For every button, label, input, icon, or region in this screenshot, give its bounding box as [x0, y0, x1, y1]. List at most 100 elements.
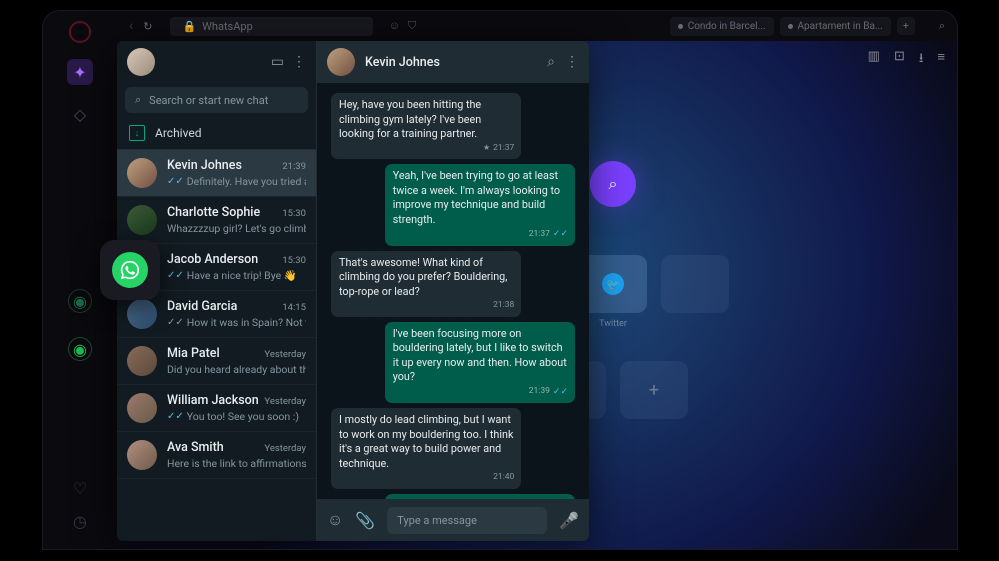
- whatsapp-logo-icon: [112, 252, 148, 288]
- nav-back-icon[interactable]: ‹: [129, 18, 133, 34]
- chat-name: Charlotte Sophie: [167, 205, 260, 220]
- twitter-icon: 🐦: [602, 273, 624, 295]
- chat-preview: ✓✓Definitely. Have you tried any...: [167, 175, 306, 188]
- emoji-icon[interactable]: ☺: [327, 510, 343, 530]
- topbar-search-icon[interactable]: ⌕: [939, 19, 945, 33]
- new-chat-icon[interactable]: ▭: [271, 54, 284, 70]
- opera-logo-icon[interactable]: [69, 21, 91, 43]
- message-list[interactable]: Hey, have you been hitting the climbing …: [317, 83, 589, 499]
- chat-search-input[interactable]: ⌕ Search or start new chat: [125, 87, 308, 113]
- chat-avatar: [127, 346, 157, 376]
- message-outgoing[interactable]: I've been focusing more on bouldering la…: [385, 322, 575, 403]
- mic-icon[interactable]: 🎤: [559, 511, 579, 530]
- search-placeholder: Search or start new chat: [149, 94, 268, 107]
- chat-name: Ava Smith: [167, 440, 224, 455]
- tab-condo[interactable]: Condo in Barcel...: [670, 17, 774, 36]
- conv-menu-icon[interactable]: ⋮: [565, 54, 579, 70]
- chat-time: 14:15: [282, 302, 306, 313]
- sidebar-apps-icon[interactable]: ✦: [67, 59, 93, 85]
- nav-reload-icon[interactable]: ↻: [143, 20, 152, 33]
- addr-smile-icon[interactable]: ☺: [389, 19, 400, 33]
- sidebar-heart-icon[interactable]: ♡: [73, 479, 87, 498]
- chat-name: David Garcia: [167, 299, 237, 314]
- browser-topbar: ‹ ↻ 🔒 WhatsApp ☺ ⛉ Condo in Barcel... Ap…: [117, 11, 957, 41]
- sidebar-whatsapp-icon[interactable]: ◉: [68, 289, 92, 313]
- speed-dial-tile[interactable]: [661, 255, 729, 313]
- sidebar-history-icon[interactable]: ◷: [73, 512, 87, 531]
- chat-item[interactable]: William JacksonYesterday✓✓You too! See y…: [117, 385, 316, 432]
- chat-preview: Whazzzzup girl? Let's go climbing...: [167, 222, 306, 235]
- whatsapp-panel: ▭ ⋮ ⌕ Search or start new chat ↓ Archive…: [117, 41, 589, 541]
- conversation-pane: Kevin Johnes ⌕ ⋮ Hey, have you been hitt…: [317, 41, 589, 541]
- read-check-icon: ✓✓: [553, 386, 568, 398]
- new-tab-button[interactable]: +: [897, 17, 915, 35]
- whatsapp-floating-badge[interactable]: [100, 240, 160, 300]
- my-avatar[interactable]: [127, 48, 155, 76]
- conv-search-icon[interactable]: ⌕: [547, 54, 555, 70]
- twitter-label: Twitter: [599, 319, 627, 329]
- chat-preview: Did you heard already about this?...: [167, 363, 306, 376]
- chat-time: Yesterday: [264, 349, 306, 360]
- message-time: 21:37: [529, 229, 550, 240]
- read-check-icon: ✓✓: [167, 270, 184, 281]
- message-incoming[interactable]: That's awesome! What kind of climbing do…: [331, 251, 521, 317]
- message-incoming[interactable]: I mostly do lead climbing, but I want to…: [331, 408, 521, 489]
- message-text: I mostly do lead climbing, but I want to…: [339, 413, 514, 471]
- archived-row[interactable]: ↓ Archived: [117, 117, 316, 150]
- tab-strip: Condo in Barcel... Apartament in Ba... +: [670, 17, 915, 36]
- contact-name: Kevin Johnes: [365, 55, 537, 70]
- chat-avatar: [127, 299, 157, 329]
- read-check-icon: ✓✓: [167, 411, 184, 422]
- message-outgoing[interactable]: Yeah, I've been trying to go at least tw…: [385, 164, 575, 245]
- chat-preview: ✓✓Have a nice trip! Bye 👋: [167, 269, 306, 282]
- sidebar-spotify-icon[interactable]: ◉: [68, 337, 92, 361]
- chat-name: Jacob Anderson: [167, 252, 258, 267]
- message-text: I've been focusing more on bouldering la…: [393, 327, 568, 385]
- contact-avatar[interactable]: [327, 48, 355, 76]
- chat-name: Mia Patel: [167, 346, 220, 361]
- chat-avatar: [127, 158, 157, 188]
- sidebar-diamond-icon[interactable]: ◇: [67, 101, 93, 127]
- message-input[interactable]: Type a message: [387, 507, 547, 534]
- conversation-header: Kevin Johnes ⌕ ⋮: [317, 41, 589, 83]
- chat-name: Kevin Johnes: [167, 158, 242, 173]
- menu-icon[interactable]: ⋮: [292, 54, 306, 70]
- speed-dial-add-tile[interactable]: +: [620, 361, 688, 419]
- message-time: 21:39: [529, 386, 550, 397]
- read-check-icon: ✓✓: [553, 228, 568, 240]
- attach-icon[interactable]: 📎: [355, 511, 375, 530]
- chat-item[interactable]: Kevin Johnes 21:39 ✓✓Definitely. Have you …: [117, 150, 316, 197]
- chat-preview: ✓✓How it was in Spain? Not too...: [167, 316, 306, 329]
- chat-avatar: [127, 393, 157, 423]
- page-camera-icon[interactable]: ⊡: [894, 49, 905, 71]
- chat-item[interactable]: Ava SmithYesterdayHere is the link to af…: [117, 432, 316, 479]
- chat-time: 15:30: [282, 208, 306, 219]
- read-check-icon: ✓✓: [167, 176, 184, 187]
- star-icon: ★: [483, 143, 490, 154]
- delivered-check-icon: ✓✓: [167, 317, 184, 328]
- address-bar[interactable]: 🔒 WhatsApp: [170, 17, 372, 36]
- addr-shield-icon[interactable]: ⛉: [408, 19, 416, 33]
- message-input-bar: ☺ 📎 Type a message 🎤: [317, 499, 589, 541]
- chat-name: William Jackson: [167, 393, 259, 408]
- message-time: 21:37: [493, 143, 514, 154]
- page-download-icon[interactable]: ⭳: [919, 49, 924, 71]
- message-incoming[interactable]: Hey, have you been hitting the climbing …: [331, 93, 521, 159]
- page-action-icon[interactable]: ▥: [868, 49, 880, 71]
- chat-avatar: [127, 440, 157, 470]
- message-input-placeholder: Type a message: [397, 514, 477, 527]
- speed-dial-search-button[interactable]: ⌕: [590, 161, 636, 207]
- chat-list: Kevin Johnes 21:39 ✓✓Definitely. Have you …: [117, 150, 316, 541]
- chat-time: 21:39: [282, 161, 306, 172]
- message-text: That's awesome! What kind of climbing do…: [339, 256, 514, 300]
- address-label: WhatsApp: [202, 20, 253, 33]
- chat-item[interactable]: Charlotte Sophie 15:30 Whazzzzup girl? Let…: [117, 197, 316, 244]
- speed-dial-twitter-tile[interactable]: 🐦 Twitter: [579, 255, 647, 313]
- archive-icon: ↓: [129, 125, 145, 141]
- chat-item[interactable]: Mia Patel Yesterday Did you heard already …: [117, 338, 316, 385]
- tab-apartment[interactable]: Apartament in Ba...: [780, 17, 891, 36]
- chat-avatar: [127, 205, 157, 235]
- chat-preview: Here is the link to affirmations: ...: [167, 457, 306, 470]
- browser-window: ✦ ◇ ◉ ◉ ♡ ◷ ‹ ↻ 🔒 WhatsApp ☺ ⛉ Condo in …: [42, 10, 958, 550]
- page-menu-icon[interactable]: ≡: [937, 49, 945, 71]
